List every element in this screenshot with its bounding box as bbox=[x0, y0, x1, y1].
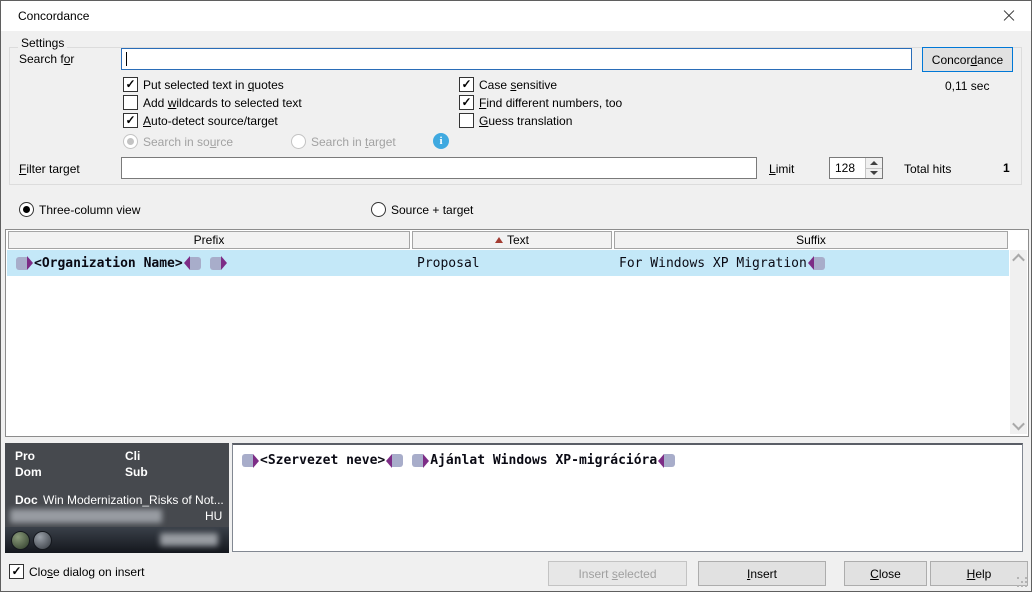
resize-grip[interactable] bbox=[1017, 577, 1027, 587]
checkbox-close-on-insert[interactable]: Close dialog on insert bbox=[9, 564, 144, 579]
concordance-button[interactable]: Concordance bbox=[922, 47, 1013, 72]
checkbox-label: Close dialog on insert bbox=[29, 565, 144, 579]
radio-icon bbox=[19, 202, 34, 217]
radio-label: Search in source bbox=[143, 135, 233, 149]
subject-label: Sub bbox=[125, 465, 148, 479]
filter-target-label: Filter target bbox=[19, 162, 80, 176]
client-label: Cli bbox=[125, 449, 140, 463]
checkbox-add-wildcards[interactable]: Add wildcards to selected text bbox=[123, 95, 302, 110]
checkbox-icon bbox=[459, 77, 474, 92]
checkbox-label: Put selected text in quotes bbox=[143, 78, 284, 92]
tm-meta-panel: Pro Cli Dom Sub Doc Win Modernization_Ri… bbox=[5, 443, 229, 553]
vertical-scrollbar[interactable] bbox=[1010, 250, 1027, 434]
redacted-text bbox=[160, 533, 218, 546]
text-caret bbox=[126, 52, 127, 66]
redacted-text bbox=[10, 509, 162, 523]
project-label: Pro bbox=[15, 449, 35, 463]
tm-coin-icon bbox=[33, 531, 52, 550]
tm-footer-strip bbox=[5, 527, 229, 553]
radio-label: Source + target bbox=[391, 203, 473, 217]
inline-tag-open-icon bbox=[16, 256, 33, 270]
document-value: Win Modernization_Risks of Not... bbox=[43, 493, 223, 507]
spinner-down-button[interactable] bbox=[866, 169, 882, 179]
up-arrow-icon bbox=[870, 161, 878, 165]
filter-target-input[interactable] bbox=[121, 157, 757, 179]
inline-tag-open-icon bbox=[242, 454, 259, 468]
checkbox-icon bbox=[123, 77, 138, 92]
radio-search-in-target: Search in target bbox=[291, 134, 396, 149]
limit-label: Limit bbox=[769, 162, 794, 176]
total-hits-label: Total hits bbox=[904, 162, 951, 176]
settings-legend: Settings bbox=[18, 36, 67, 50]
search-for-label: Search for bbox=[19, 52, 74, 66]
limit-spinner[interactable]: 128 bbox=[829, 157, 883, 179]
inline-tag-open-icon bbox=[412, 454, 429, 468]
radio-icon bbox=[371, 202, 386, 217]
target-segment: <Szervezet neve>Ajánlat Windows XP-migrá… bbox=[241, 453, 1022, 468]
checkbox-label: Guess translation bbox=[479, 114, 572, 128]
radio-icon bbox=[291, 134, 306, 149]
radio-search-in-source: Search in source bbox=[123, 134, 233, 149]
checkbox-label: Auto-detect source/target bbox=[143, 114, 278, 128]
search-input[interactable] bbox=[121, 48, 912, 70]
inline-tag-close-icon bbox=[386, 454, 403, 468]
total-hits-value: 1 bbox=[1003, 161, 1010, 175]
checkbox-icon bbox=[123, 95, 138, 110]
title-bar[interactable]: Concordance bbox=[1, 1, 1031, 31]
column-header-suffix[interactable]: Suffix bbox=[614, 231, 1008, 249]
suffix-cell: For Windows XP Migration bbox=[619, 250, 1007, 276]
checkbox-icon bbox=[459, 113, 474, 128]
elapsed-time: 0,11 sec bbox=[945, 79, 989, 93]
radio-three-column-view[interactable]: Three-column view bbox=[19, 202, 140, 217]
checkbox-icon bbox=[459, 95, 474, 110]
limit-value[interactable]: 128 bbox=[830, 158, 865, 178]
chevron-down-icon bbox=[1012, 418, 1025, 431]
inline-tag-open-icon bbox=[210, 256, 227, 270]
domain-label: Dom bbox=[15, 465, 42, 479]
sort-ascending-icon bbox=[495, 237, 503, 243]
radio-icon bbox=[123, 134, 138, 149]
target-preview-panel: <Szervezet neve>Ajánlat Windows XP-migrá… bbox=[232, 443, 1023, 552]
chevron-up-icon bbox=[1012, 254, 1025, 267]
checkbox-label: Case sensitive bbox=[479, 78, 557, 92]
down-arrow-icon bbox=[870, 171, 878, 175]
inline-tag-close-icon bbox=[808, 256, 825, 270]
checkbox-put-quotes[interactable]: Put selected text in quotes bbox=[123, 77, 284, 92]
checkbox-auto-detect[interactable]: Auto-detect source/target bbox=[123, 113, 278, 128]
scroll-up-button[interactable] bbox=[1010, 250, 1027, 267]
results-table: Prefix Text Suffix <Organization Name> P… bbox=[5, 229, 1029, 437]
concordance-dialog: Concordance Settings Search for Concorda… bbox=[0, 0, 1032, 592]
column-header-text[interactable]: Text bbox=[412, 231, 612, 249]
dialog-title: Concordance bbox=[18, 9, 89, 23]
document-label: Doc bbox=[15, 493, 38, 507]
checkbox-different-numbers[interactable]: Find different numbers, too bbox=[459, 95, 622, 110]
close-button[interactable] bbox=[986, 1, 1031, 30]
insert-button[interactable]: Insert bbox=[698, 561, 826, 586]
tm-globe-icon bbox=[11, 531, 30, 550]
inline-tag-close-icon bbox=[658, 454, 675, 468]
spinner-up-button[interactable] bbox=[866, 158, 882, 169]
close-icon bbox=[1003, 10, 1015, 22]
checkbox-guess-translation[interactable]: Guess translation bbox=[459, 113, 572, 128]
radio-label: Search in target bbox=[311, 135, 396, 149]
text-cell: Proposal bbox=[417, 250, 611, 276]
checkbox-label: Find different numbers, too bbox=[479, 96, 622, 110]
checkbox-icon bbox=[9, 564, 24, 579]
help-button[interactable]: Help bbox=[930, 561, 1028, 586]
info-icon[interactable] bbox=[433, 133, 449, 149]
close-dialog-button[interactable]: Close bbox=[844, 561, 927, 586]
prefix-cell: <Organization Name> bbox=[15, 250, 409, 276]
checkbox-label: Add wildcards to selected text bbox=[143, 96, 302, 110]
inline-tag-close-icon bbox=[184, 256, 201, 270]
result-row[interactable]: <Organization Name> Proposal For Windows… bbox=[7, 250, 1009, 276]
scroll-down-button[interactable] bbox=[1010, 417, 1027, 434]
language-code: HU bbox=[205, 509, 222, 523]
radio-source-plus-target[interactable]: Source + target bbox=[371, 202, 473, 217]
insert-selected-button: Insert selected bbox=[548, 561, 687, 586]
checkbox-case-sensitive[interactable]: Case sensitive bbox=[459, 77, 557, 92]
radio-label: Three-column view bbox=[39, 203, 140, 217]
column-header-prefix[interactable]: Prefix bbox=[8, 231, 410, 249]
checkbox-icon bbox=[123, 113, 138, 128]
